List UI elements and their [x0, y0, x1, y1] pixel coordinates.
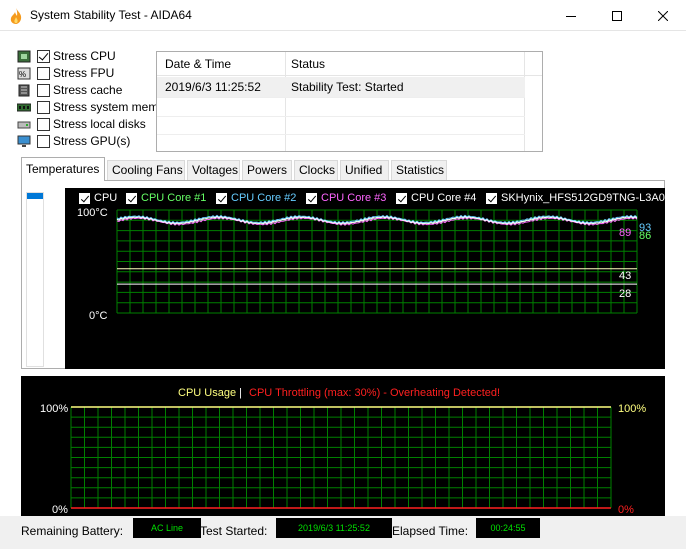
value-label-core-3: 89 [619, 227, 631, 239]
fpu-icon: % [17, 67, 31, 80]
cpu-usage-title: CPU Usage [178, 387, 236, 399]
memory-icon [17, 103, 31, 112]
row-divider [157, 134, 525, 135]
window-title: System Stability Test - AIDA64 [30, 8, 192, 22]
status-bar: Remaining Battery: AC Line Test Started:… [0, 516, 686, 549]
tab-statistics[interactable]: Statistics [391, 160, 447, 180]
cpu-usage-graph: CPU Usage | CPU Throttling (max: 30%) - … [21, 376, 665, 536]
column-header-status[interactable]: Status [291, 57, 325, 71]
stress-cache-checkbox[interactable] [37, 84, 50, 97]
test-started-label: Test Started: [200, 524, 268, 538]
column-header-date-time[interactable]: Date & Time [165, 57, 231, 71]
y-axis-bottom-right-label: 0% [618, 504, 634, 516]
cpu-icon [17, 50, 31, 63]
minimize-icon [566, 15, 576, 17]
aida64-flame-icon [10, 8, 22, 24]
close-icon [658, 10, 668, 21]
test-started-value: 2019/6/3 11:25:52 [276, 518, 392, 538]
stress-gpu-label: Stress GPU(s) [53, 134, 131, 148]
row-divider [157, 116, 525, 117]
table-row[interactable]: 2019/6/3 11:25:52 Stability Test: Starte… [157, 77, 525, 97]
cache-icon [18, 84, 30, 97]
tab-voltages[interactable]: Voltages [187, 160, 240, 180]
value-label-cpu: 43 [619, 270, 631, 282]
temperature-graph: CPU CPU Core #1 CPU Core #2 CPU Core #3 … [65, 188, 672, 369]
main-area: Stress CPU % Stress FPU Stress cache Str… [0, 31, 686, 549]
title-bar[interactable]: System Stability Test - AIDA64 [0, 0, 686, 31]
tab-temperatures[interactable]: Temperatures [21, 157, 105, 181]
y-axis-bottom-label: 0°C [89, 310, 108, 322]
close-button[interactable] [640, 0, 686, 31]
elapsed-time-label: Elapsed Time: [392, 524, 469, 538]
stress-memory-label: Stress system mem [53, 100, 159, 114]
stress-disks-label: Stress local disks [53, 117, 146, 131]
monitor-icon [17, 135, 31, 147]
maximize-icon [612, 10, 622, 21]
sensor-list[interactable] [26, 192, 44, 367]
temperature-plot: 100°C 0°C 93 89 86 43 28 [77, 207, 651, 322]
row-status: Stability Test: Started [291, 80, 404, 94]
row-divider [157, 97, 525, 98]
remaining-battery-value: AC Line [133, 518, 201, 538]
disk-icon [17, 121, 31, 129]
stress-cache-label: Stress cache [53, 83, 123, 97]
status-table[interactable]: Date & Time Status 2019/6/3 11:25:52 Sta… [156, 51, 543, 152]
tab-powers[interactable]: Powers [242, 160, 292, 180]
y-axis-top-right-label: 100% [618, 403, 646, 415]
temperatures-panel: CPU CPU Core #1 CPU Core #2 CPU Core #3 … [21, 180, 672, 369]
elapsed-time-value: 00:24:55 [476, 518, 540, 538]
stress-cpu-label: Stress CPU [53, 49, 116, 63]
cpu-usage-plot: CPU Usage | CPU Throttling (max: 30%) - … [40, 387, 646, 516]
value-label-core-1: 86 [639, 230, 651, 242]
y-axis-top-label: 100°C [77, 207, 108, 219]
minimize-button[interactable] [548, 0, 594, 31]
stress-fpu-checkbox[interactable] [37, 67, 50, 80]
sensor-list-selection [27, 193, 43, 199]
stress-cpu-checkbox[interactable] [37, 50, 50, 63]
tab-clocks[interactable]: Clocks [294, 160, 338, 180]
y-axis-bottom-left-label: 0% [52, 504, 68, 516]
title-separator: | [239, 387, 242, 399]
remaining-battery-label: Remaining Battery: [21, 524, 124, 538]
row-date-time: 2019/6/3 11:25:52 [165, 80, 261, 94]
stress-gpu-checkbox[interactable] [37, 135, 50, 148]
svg-text:%: % [19, 70, 26, 79]
stress-fpu-label: Stress FPU [53, 66, 115, 80]
stress-memory-checkbox[interactable] [37, 101, 50, 114]
value-label-ssd: 28 [619, 288, 631, 300]
cpu-throttling-title: CPU Throttling (max: 30%) - Overheating … [249, 387, 500, 399]
tab-cooling-fans[interactable]: Cooling Fans [107, 160, 185, 180]
y-axis-top-left-label: 100% [40, 403, 68, 415]
stress-disks-checkbox[interactable] [37, 118, 50, 131]
tab-unified[interactable]: Unified [340, 160, 389, 180]
maximize-button[interactable] [594, 0, 640, 31]
